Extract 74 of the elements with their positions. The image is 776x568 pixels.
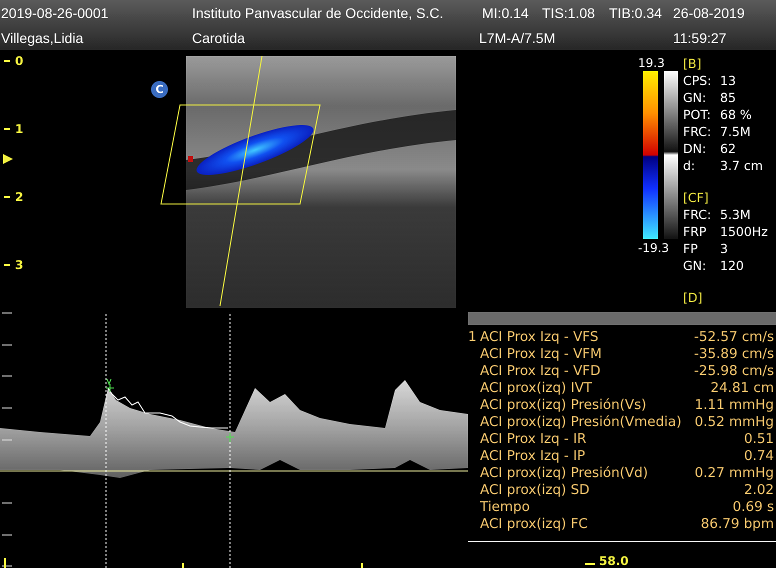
depth-label: 0 (15, 54, 24, 68)
depth-label: 2 (15, 190, 24, 204)
mode-badge: C (151, 81, 168, 98)
param-section-title: [B] (683, 55, 702, 72)
header-text: 26-08-2019 (673, 4, 746, 20)
caliper-marker-icon (226, 432, 234, 442)
depth-tick (4, 264, 10, 266)
measurement-label: ACI Prox Izq - IP (480, 448, 586, 466)
param-value: 120 (720, 257, 744, 274)
param-label: FRC: (683, 206, 712, 223)
measurement-label: ACI prox(izq) Presión(Vd) (480, 465, 649, 482)
measurement-index: 1 (468, 329, 478, 346)
param-label: DN: (683, 140, 708, 157)
header-text: 11:59:27 (673, 30, 728, 46)
measurement-label: ACI prox(izq) FC (480, 516, 589, 534)
header-text: 2019-08-26-0001 (1, 4, 110, 20)
param-value: 85 (720, 89, 736, 106)
measurement-value: 86.79 bpm (700, 516, 775, 534)
sweep-speed-value: 58.0 (599, 554, 629, 568)
param-value: 7.5M (720, 123, 751, 140)
measurement-value: 0.69 s (732, 499, 775, 516)
param-value: 13 (720, 72, 736, 89)
measurement-value: -52.57 cm/s (694, 329, 775, 346)
measurement-label: ACI prox(izq) SD (480, 482, 591, 500)
measurement-value: 2.02 (744, 482, 775, 500)
param-value: 68 % (720, 106, 752, 123)
measurement-value: 0.74 (744, 448, 775, 466)
header-text: TIS:1.08 (542, 4, 596, 20)
param-label: POT: (683, 106, 712, 123)
color-scale-min: -19.3 (638, 241, 670, 255)
param-label: FRC: (683, 123, 712, 140)
header-text: TIB:0.34 (609, 4, 663, 20)
param-value: 1500Hz (720, 223, 768, 240)
measurement-label: ACI prox(izq) Presión(Vs) (480, 397, 648, 414)
header-text: Carotida (192, 30, 246, 46)
param-value: 5.3M (720, 206, 751, 223)
param-value: 62 (720, 140, 736, 157)
param-label: CPS: (683, 72, 712, 89)
measurement-value: 0.52 mmHg (694, 414, 775, 432)
header-text: Villegas,Lidia (1, 30, 84, 46)
scale-tick (585, 563, 595, 565)
header-text: MI:0.14 (482, 4, 530, 20)
header-text: Instituto Panvascular de Occidente, S.C. (192, 4, 444, 20)
measurement-label: ACI Prox Izq - VFD (480, 363, 602, 380)
param-label: FRP (683, 223, 708, 240)
depth-label: 3 (15, 258, 24, 272)
header-text: L7M-A/7.5M (479, 30, 556, 46)
measurement-value: -35.89 cm/s (694, 346, 775, 364)
measurement-value: -25.98 cm/s (694, 363, 775, 380)
param-value: 3 (720, 240, 728, 257)
measurement-value: 24.81 cm (710, 380, 775, 398)
param-label: GN: (683, 89, 708, 106)
measurement-value: 0.27 mmHg (694, 465, 775, 482)
param-label: GN: (683, 257, 708, 274)
measurement-label: Tiempo (480, 499, 531, 516)
param-label: FP (683, 240, 699, 257)
param-section-title: [D] (683, 289, 704, 306)
depth-tick (4, 60, 10, 62)
measurement-value: 0.51 (744, 431, 775, 448)
depth-tick (4, 128, 10, 130)
measurement-label: ACI Prox Izq - IR (480, 431, 588, 448)
param-label: d: (683, 157, 696, 174)
param-section-title: [CF] (683, 189, 710, 206)
measurement-label: ACI prox(izq) Presión(Vmedia) (480, 414, 682, 432)
measurement-label: ACI Prox Izq - VFM (480, 346, 603, 364)
measurement-label: ACI prox(izq) IVT (480, 380, 594, 398)
measurement-label: ACI Prox Izq - VFS (480, 329, 600, 346)
measurement-value: 1.11 mmHg (694, 397, 775, 414)
depth-tick (4, 196, 10, 198)
focus-marker-icon (3, 154, 13, 164)
caliper-marker-icon (106, 378, 114, 392)
depth-label: 1 (15, 122, 24, 136)
param-value: 3.7 cm (720, 157, 763, 174)
color-scale-max: 19.3 (638, 56, 665, 70)
